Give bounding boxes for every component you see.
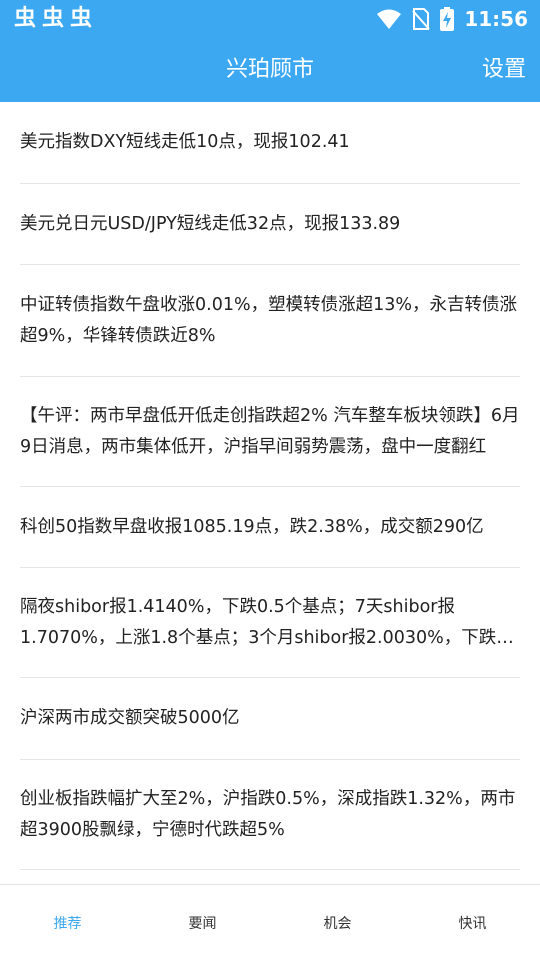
tab-label: 机会 [323,915,352,932]
clock: 11:56 [464,7,528,31]
app-notification-icon: 虫 [14,6,37,31]
tab-label: 快讯 [458,915,487,932]
news-item[interactable]: 科创50指数早盘收报1085.19点，跌2.38%，成交额290亿 [20,487,520,568]
tab-flash-news[interactable]: 快讯 [405,885,540,960]
system-icons: 11:56 [376,4,528,34]
app-notification-icon: 虫 [42,6,65,31]
no-sim-icon [412,8,431,30]
battery-charging-icon [440,7,455,31]
tab-recommend[interactable]: 推荐 [0,885,135,960]
news-item-text: 美元指数DXY短线走低10点，现报102.41 [20,132,350,152]
news-item[interactable]: 美元兑日元USD/JPY短线走低32点，现报133.89 [20,184,520,265]
news-item[interactable]: 【午评：两市早盘低开低走创指跌超2% 汽车整车板块领跌】6月9日消息，两市集体低… [20,377,520,487]
news-item[interactable]: 创业板指跌幅扩大至2%，沪指跌0.5%，深成指跌1.32%，两市超3900股飘绿… [20,760,520,870]
news-item-text: 沪深两市成交额突破5000亿 [20,708,240,728]
news-item-text: 隔夜shibor报1.4140%，下跌0.5个基点；7天shibor报1.707… [20,596,497,648]
tab-opportunities[interactable]: 机会 [270,885,405,960]
settings-button[interactable]: 设置 [476,38,532,102]
news-item[interactable]: 美元指数DXY短线走低10点，现报102.41 [20,102,520,184]
status-bar: 虫 虫 虫 11:56 [0,0,540,38]
app-notification-icon: 虫 [70,6,93,31]
news-item-text: 【午评：两市早盘低开低走创指跌超2% 汽车整车板块领跌】6月9日消息，两市集体低… [20,405,520,457]
tab-label: 推荐 [53,915,82,932]
news-item[interactable]: 中证转债指数午盘收涨0.01%，塑模转债涨超13%，永吉转债涨超9%，华锋转债跌… [20,265,520,377]
news-item-text: 中证转债指数午盘收涨0.01%，塑模转债涨超13%，永吉转债涨超9%，华锋转债跌… [20,294,517,346]
app-bar: 兴珀顾市 设置 [0,38,540,102]
news-item-text: 美元兑日元USD/JPY短线走低32点，现报133.89 [20,213,401,234]
wifi-icon [377,9,402,29]
bottom-nav: 推荐 要闻 机会 快讯 [0,884,540,960]
news-item[interactable]: 隔夜shibor报1.4140%，下跌0.5个基点；7天shibor报1.707… [20,568,520,678]
page-title: 兴珀顾市 [225,57,314,82]
news-item-text: 创业板指跌幅扩大至2%，沪指跌0.5%，深成指跌1.32%，两市超3900股飘绿… [20,788,516,840]
news-feed[interactable]: 美元指数DXY短线走低10点，现报102.41 美元兑日元USD/JPY短线走低… [0,102,540,884]
tab-label: 要闻 [188,915,217,932]
notification-icons: 虫 虫 虫 [14,4,92,34]
news-item-text: 科创50指数早盘收报1085.19点，跌2.38%，成交额290亿 [20,516,484,537]
news-item[interactable]: 沪深两市成交额突破5000亿 [20,678,520,760]
tab-headlines[interactable]: 要闻 [135,885,270,960]
